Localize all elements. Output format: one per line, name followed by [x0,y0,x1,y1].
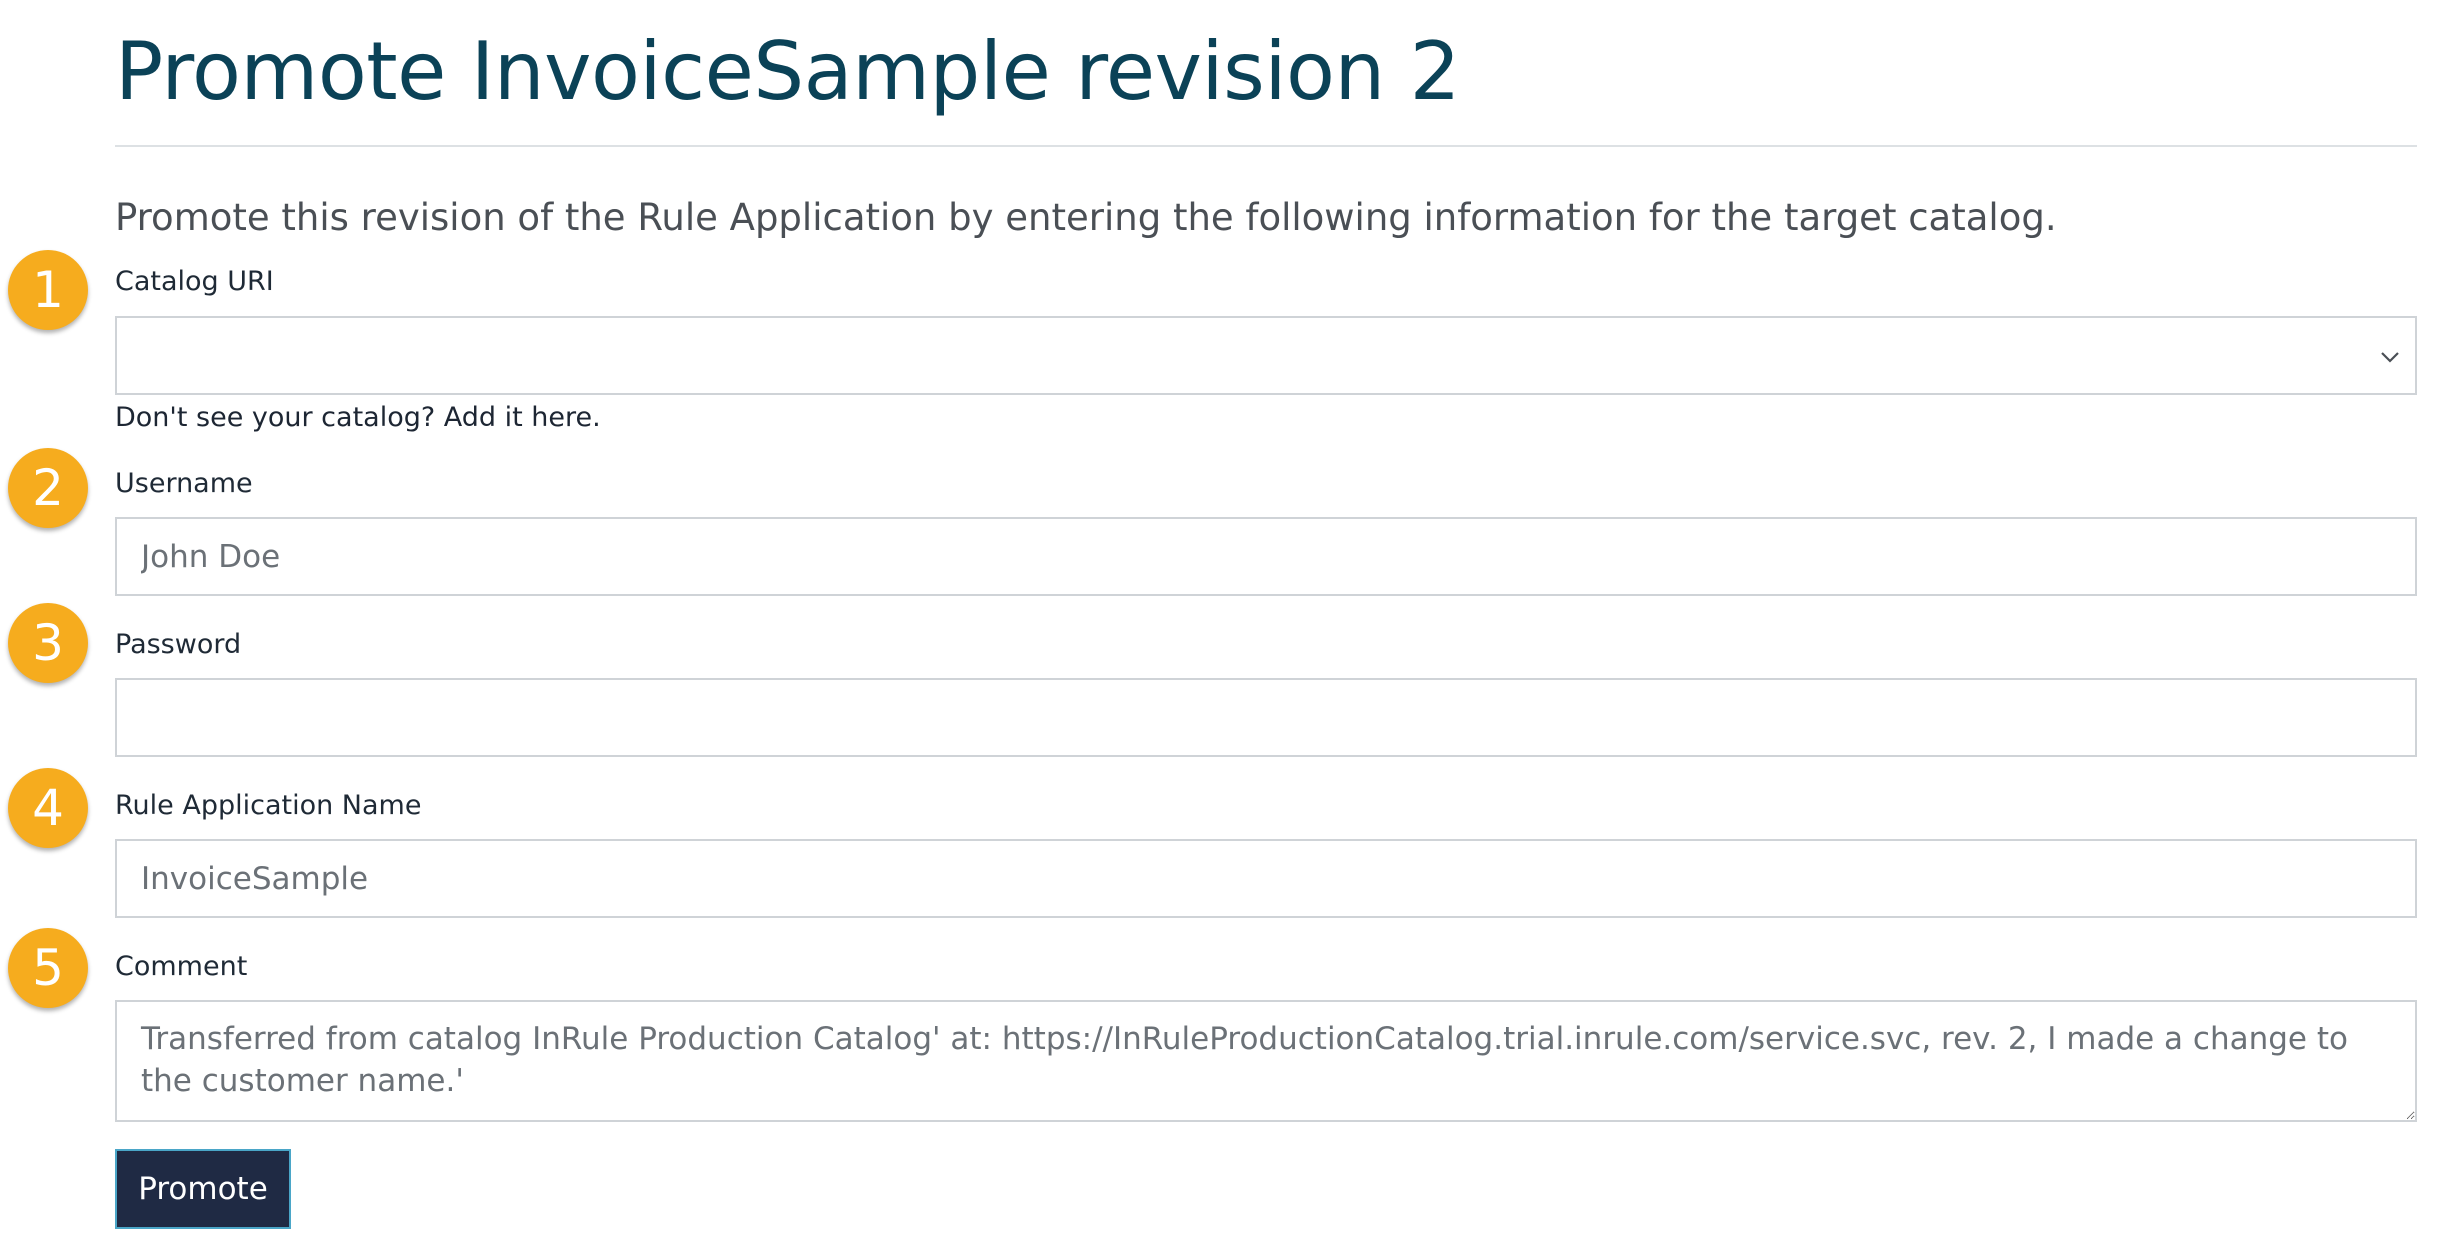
promote-button[interactable]: Promote [115,1149,291,1229]
step-badge-5: 5 [8,928,88,1008]
rule-app-name-input[interactable] [115,839,2417,918]
intro-text: Promote this revision of the Rule Applic… [115,196,2057,239]
step-badge-3: 3 [8,603,88,683]
password-input[interactable] [115,678,2417,757]
step-badge-1: 1 [8,250,88,330]
catalog-uri-select[interactable] [115,316,2417,395]
rule-app-name-label: Rule Application Name [115,790,422,821]
catalog-uri-label: Catalog URI [115,266,274,297]
comment-textarea[interactable]: Transferred from catalog InRule Producti… [115,1000,2417,1122]
page-title: Promote InvoiceSample revision 2 [115,25,1461,118]
title-divider [115,145,2417,147]
promote-page: Promote InvoiceSample revision 2 Promote… [0,0,2452,1250]
add-catalog-link[interactable]: Don't see your catalog? Add it here. [115,400,601,436]
step-badge-2: 2 [8,448,88,528]
username-input[interactable] [115,517,2417,596]
password-label: Password [115,629,242,660]
chevron-down-icon [2381,352,2399,363]
username-label: Username [115,468,253,499]
step-badge-4: 4 [8,768,88,848]
comment-label: Comment [115,951,248,982]
